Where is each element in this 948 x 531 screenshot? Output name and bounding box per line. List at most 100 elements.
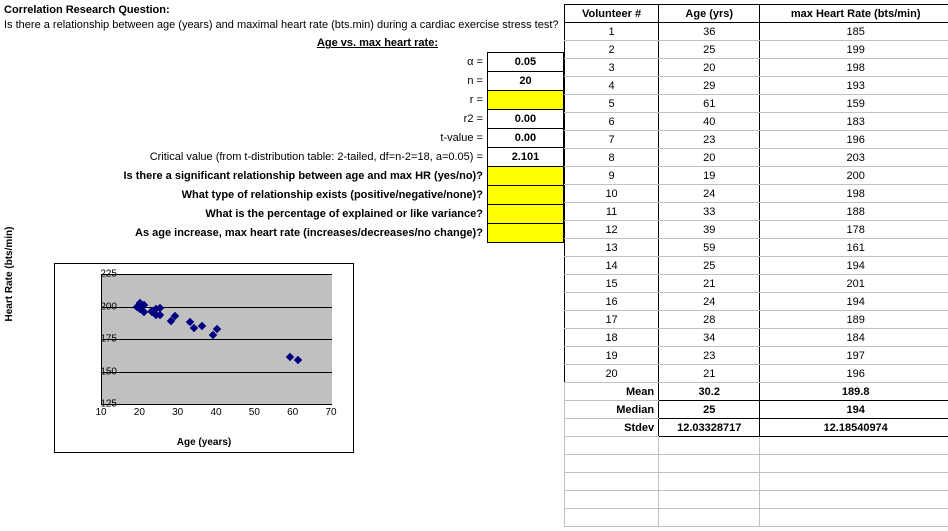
table-row: 820203 bbox=[565, 149, 948, 167]
param-label: n = bbox=[4, 72, 487, 91]
cell: 198 bbox=[760, 185, 948, 203]
chart-xtick: 70 bbox=[325, 407, 336, 418]
param-value: 0.05 bbox=[487, 53, 563, 72]
cell: 33 bbox=[659, 203, 760, 221]
cell: 19 bbox=[565, 347, 659, 365]
cell: 6 bbox=[565, 113, 659, 131]
chart-point bbox=[286, 353, 294, 361]
cell: 199 bbox=[760, 41, 948, 59]
table-row: 1728189 bbox=[565, 311, 948, 329]
cell: 21 bbox=[659, 275, 760, 293]
chart-xtick: 20 bbox=[134, 407, 145, 418]
scatter-chart: Heart Rate (bts/min) 1251501752002251020… bbox=[54, 263, 354, 453]
chart-point bbox=[197, 322, 205, 330]
cell: 20 bbox=[565, 365, 659, 383]
cell: 196 bbox=[760, 131, 948, 149]
cell: 189 bbox=[760, 311, 948, 329]
parameters-table: Age vs. max heart rate: bbox=[4, 34, 564, 52]
empty-cell bbox=[659, 509, 760, 527]
cell: 188 bbox=[760, 203, 948, 221]
table-row: 225199 bbox=[565, 41, 948, 59]
table-row: 1425194 bbox=[565, 257, 948, 275]
param-value[interactable] bbox=[487, 91, 563, 110]
stats-row: Stdev12.0332871712.18540974 bbox=[565, 419, 948, 437]
cell: 201 bbox=[760, 275, 948, 293]
empty-cell bbox=[659, 473, 760, 491]
chart-xtick: 40 bbox=[210, 407, 221, 418]
cell: 203 bbox=[760, 149, 948, 167]
table-row: 723196 bbox=[565, 131, 948, 149]
param-label: What is the percentage of explained or l… bbox=[4, 205, 487, 224]
cell: 16 bbox=[565, 293, 659, 311]
empty-cell bbox=[565, 491, 659, 509]
cell: 196 bbox=[760, 365, 948, 383]
column-header: Age (yrs) bbox=[659, 5, 760, 23]
cell: 20 bbox=[659, 59, 760, 77]
param-value[interactable] bbox=[487, 205, 563, 224]
stats-row: Mean30.2189.8 bbox=[565, 383, 948, 401]
table-row: 429193 bbox=[565, 77, 948, 95]
cell: 15 bbox=[565, 275, 659, 293]
stats-row: Median25194 bbox=[565, 401, 948, 419]
stat-age: 30.2 bbox=[659, 383, 760, 401]
table-row: 320198 bbox=[565, 59, 948, 77]
empty-cell bbox=[760, 491, 948, 509]
chart-ylabel: Heart Rate (bts/min) bbox=[4, 209, 15, 339]
table-row: 136185 bbox=[565, 23, 948, 41]
empty-cell bbox=[659, 455, 760, 473]
cell: 4 bbox=[565, 77, 659, 95]
cell: 28 bbox=[659, 311, 760, 329]
cell: 9 bbox=[565, 167, 659, 185]
cell: 8 bbox=[565, 149, 659, 167]
table-row: 640183 bbox=[565, 113, 948, 131]
cell: 14 bbox=[565, 257, 659, 275]
cell: 19 bbox=[659, 167, 760, 185]
page-title: Correlation Research Question: bbox=[4, 4, 564, 16]
table-row: 1624194 bbox=[565, 293, 948, 311]
cell: 24 bbox=[659, 293, 760, 311]
stat-age: 25 bbox=[659, 401, 760, 419]
table-row: 1024198 bbox=[565, 185, 948, 203]
params-body: α =0.05n =20r =r2 =0.00t-value =0.00Crit… bbox=[4, 52, 564, 243]
empty-cell bbox=[565, 455, 659, 473]
empty-cell bbox=[659, 491, 760, 509]
table-row: 2021196 bbox=[565, 365, 948, 383]
stat-hr: 12.18540974 bbox=[760, 419, 948, 437]
table-row: 1521201 bbox=[565, 275, 948, 293]
cell: 184 bbox=[760, 329, 948, 347]
table-row: 919200 bbox=[565, 167, 948, 185]
param-label: α = bbox=[4, 53, 487, 72]
cell: 13 bbox=[565, 239, 659, 257]
empty-cell bbox=[760, 437, 948, 455]
cell: 193 bbox=[760, 77, 948, 95]
cell: 36 bbox=[659, 23, 760, 41]
param-label: r2 = bbox=[4, 110, 487, 129]
cell: 197 bbox=[760, 347, 948, 365]
stat-hr: 189.8 bbox=[760, 383, 948, 401]
cell: 194 bbox=[760, 257, 948, 275]
subtitle: Age vs. max heart rate: bbox=[4, 34, 442, 52]
chart-plot-area bbox=[101, 274, 332, 405]
cell: 10 bbox=[565, 185, 659, 203]
cell: 200 bbox=[760, 167, 948, 185]
param-value[interactable] bbox=[487, 224, 563, 243]
cell: 12 bbox=[565, 221, 659, 239]
param-label: As age increase, max heart rate (increas… bbox=[4, 224, 487, 243]
cell: 5 bbox=[565, 95, 659, 113]
param-value[interactable] bbox=[487, 167, 563, 186]
empty-cell bbox=[565, 473, 659, 491]
cell: 17 bbox=[565, 311, 659, 329]
chart-xtick: 50 bbox=[249, 407, 260, 418]
cell: 23 bbox=[659, 131, 760, 149]
cell: 40 bbox=[659, 113, 760, 131]
table-row: 1239178 bbox=[565, 221, 948, 239]
param-label: What type of relationship exists (positi… bbox=[4, 186, 487, 205]
cell: 161 bbox=[760, 239, 948, 257]
cell: 39 bbox=[659, 221, 760, 239]
param-value[interactable] bbox=[487, 186, 563, 205]
stat-label: Stdev bbox=[565, 419, 659, 437]
chart-point bbox=[140, 308, 148, 316]
stat-label: Median bbox=[565, 401, 659, 419]
cell: 3 bbox=[565, 59, 659, 77]
cell: 7 bbox=[565, 131, 659, 149]
